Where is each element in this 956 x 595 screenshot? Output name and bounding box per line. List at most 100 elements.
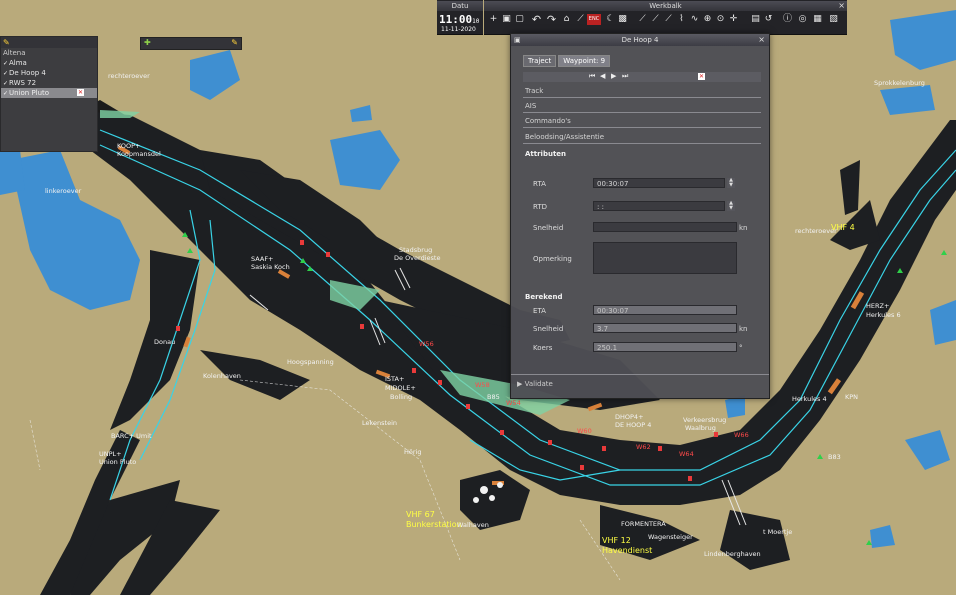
map-label: ISTA+ xyxy=(385,375,405,383)
map-label: Hörig xyxy=(404,448,422,456)
map-label: W62 xyxy=(636,443,651,451)
pencil-icon[interactable]: ✎ xyxy=(231,38,238,47)
map-label: Hoogspanning xyxy=(287,358,334,366)
main-toolbar: Werkbalk + ▣ ▢ ↶ ↷ ⌂ ⟋ ENC ☾ ▩ ⟋ ⟋ ⟋ ⌇ ∿… xyxy=(484,0,847,35)
dialog-close-icon[interactable]: × xyxy=(758,35,765,44)
section-commands[interactable]: Commando's xyxy=(523,115,761,128)
prev-waypoint-icon[interactable]: ◀ xyxy=(600,72,605,80)
rtd-spinner[interactable]: ▲ ▼ xyxy=(727,201,735,211)
frame-icon[interactable]: ▢ xyxy=(514,14,525,25)
tab-waypoint[interactable]: Waypoint: 9 xyxy=(558,55,611,67)
pencil-icon[interactable]: ✎ xyxy=(3,38,10,47)
first-waypoint-icon[interactable]: ⏮ xyxy=(589,72,595,81)
map-label: VHF 12 xyxy=(602,536,631,545)
map-label: Donau xyxy=(154,338,176,346)
ruler-icon[interactable]: ⟋ xyxy=(575,14,586,25)
delete-icon[interactable]: ✕ xyxy=(77,89,85,96)
map-label: VHF 4 xyxy=(831,223,855,232)
speed-label: Snelheid xyxy=(533,224,564,232)
section-track[interactable]: Track xyxy=(523,85,761,98)
map-label: BARC+ Umit xyxy=(111,432,152,440)
map-label: Walhaven xyxy=(457,521,489,529)
rtd-input[interactable]: : : xyxy=(593,201,725,211)
map-label: UNPL+ xyxy=(99,450,122,458)
speed-input[interactable] xyxy=(593,222,737,232)
map-label: Verkeersbrug xyxy=(683,416,727,424)
bearing-icon[interactable]: ⟋ xyxy=(663,14,674,25)
map-label: HERZ+ xyxy=(866,302,890,310)
target-icon[interactable]: ⊙ xyxy=(715,14,726,25)
map-label: MIDOLE+ xyxy=(385,384,416,392)
validate-label: Validate xyxy=(524,380,553,388)
chart-map[interactable] xyxy=(0,0,956,595)
map-label: DHOP4+ xyxy=(615,413,644,421)
next-waypoint-icon[interactable]: ▶ xyxy=(611,72,616,80)
map-label: W54 xyxy=(506,399,521,407)
layer-item-selected[interactable]: ✓Union Pluto ✕ xyxy=(1,88,97,98)
calc-speed-label: Snelheid xyxy=(533,325,564,333)
remark-textarea[interactable] xyxy=(593,242,737,274)
position-icon[interactable]: ⊕ xyxy=(702,14,713,25)
last-waypoint-icon[interactable]: ⏭ xyxy=(622,72,628,81)
redo-icon[interactable]: ↷ xyxy=(546,14,557,25)
map-label: Sprokkelenburg xyxy=(874,79,925,87)
section-ais[interactable]: AIS xyxy=(523,100,761,113)
screenshot-icon[interactable]: ▧ xyxy=(828,14,839,25)
tide-icon[interactable]: ∿ xyxy=(689,14,700,25)
window-icon: ▣ xyxy=(514,36,521,44)
info-icon[interactable]: ⓘ xyxy=(782,14,793,25)
map-label: W60 xyxy=(577,427,592,435)
map-icon[interactable]: ▦ xyxy=(812,14,823,25)
ship-dialog: De Hoop 4 ▣ × Traject Waypoint: 9 ⏮ ◀ ▶ ⏭… xyxy=(510,33,770,399)
course-label: Koers xyxy=(533,344,553,352)
toolbar-title: Werkbalk xyxy=(484,1,847,11)
layer-item[interactable]: ✓Alma xyxy=(1,58,97,68)
speed-unit: kn xyxy=(739,224,748,232)
map-label: Bolling xyxy=(390,393,413,401)
rtd-label: RTD xyxy=(533,203,548,211)
map-label: Wagensteiger xyxy=(648,533,693,541)
rta-spinner[interactable]: ▲ ▼ xyxy=(727,178,735,188)
enc-button[interactable]: ENC xyxy=(587,14,601,25)
measure-icon[interactable]: ⟋ xyxy=(637,14,648,25)
map-label: KPN xyxy=(845,393,859,401)
map-label: linkeroever xyxy=(45,187,82,195)
plus-icon[interactable]: ✚ xyxy=(144,38,151,47)
zoom-area-icon[interactable]: ▩ xyxy=(617,14,628,25)
line-icon[interactable]: ⟋ xyxy=(650,14,661,25)
map-label: Saskia Koch xyxy=(251,263,290,271)
layer-icon[interactable]: ▣ xyxy=(501,14,512,25)
eta-value: 00:30:07 xyxy=(593,305,737,315)
undo-icon[interactable]: ↶ xyxy=(531,14,542,25)
validate-button[interactable]: ▶ Validate xyxy=(517,380,553,388)
route-icon[interactable]: ⌇ xyxy=(676,14,687,25)
night-mode-icon[interactable]: ☾ xyxy=(605,14,616,25)
attributes-heading: Attributen xyxy=(525,150,567,158)
map-label: W58 xyxy=(475,381,490,389)
map-label: Herkules 6 xyxy=(866,311,901,319)
map-label: Kolenhaven xyxy=(203,372,241,380)
layer-item[interactable]: ✓RWS 72 xyxy=(1,78,97,88)
section-pilotage[interactable]: Beloodsing/Assistentie xyxy=(523,131,761,144)
map-label: B85 xyxy=(487,393,500,401)
clock-time: 11:00 xyxy=(439,13,473,26)
crosshair-icon[interactable]: ✛ xyxy=(728,14,739,25)
map-label: Bunkerstation xyxy=(406,520,462,529)
globe-icon[interactable]: ◎ xyxy=(797,14,808,25)
add-icon[interactable]: + xyxy=(488,14,499,25)
map-label: FORMENTERA xyxy=(621,520,666,528)
search-bar[interactable]: ✚ ✎ xyxy=(140,37,242,50)
play-icon: ▶ xyxy=(517,380,523,388)
layer-item[interactable]: Altena xyxy=(1,48,97,58)
delete-waypoint-icon[interactable]: ✕ xyxy=(698,73,705,80)
rta-label: RTA xyxy=(533,180,546,188)
history-icon[interactable]: ↺ xyxy=(763,14,774,25)
map-label: Waalbrug xyxy=(685,424,716,432)
notes-icon[interactable]: ▤ xyxy=(750,14,761,25)
tab-traject[interactable]: Traject xyxy=(523,55,557,67)
home-icon[interactable]: ⌂ xyxy=(561,14,572,25)
layer-item[interactable]: ✓De Hoop 4 xyxy=(1,68,97,78)
close-icon[interactable]: × xyxy=(838,1,845,10)
map-label: W56 xyxy=(419,340,434,348)
rta-input[interactable]: 00:30:07 xyxy=(593,178,725,188)
